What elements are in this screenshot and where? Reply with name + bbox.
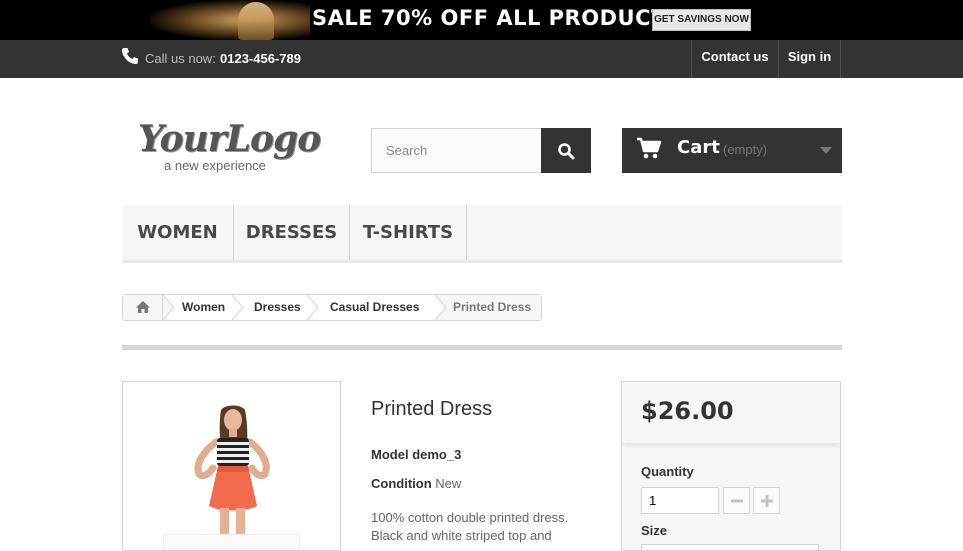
logo-wordmark: YourLogo <box>138 118 321 160</box>
breadcrumb-separator <box>232 295 244 320</box>
banner-background <box>150 0 310 40</box>
product-title: Printed Dress <box>371 398 493 420</box>
product-price: $26.00 <box>641 397 734 425</box>
quantity-input[interactable] <box>641 487 719 514</box>
menu-item-tshirts[interactable]: T-SHIRTS <box>350 205 467 260</box>
get-savings-button[interactable]: GET SAVINGS NOW <box>652 9 751 31</box>
product-model: Model demo_3 <box>371 447 461 462</box>
call-us-label: Call us now: <box>145 51 216 66</box>
logo-tagline: a new experience <box>164 158 266 173</box>
breadcrumb-separator <box>163 295 175 320</box>
chevron-down-icon <box>820 147 832 154</box>
cart-status: (empty) <box>723 142 768 157</box>
menu-item-women[interactable]: WOMEN <box>122 205 234 260</box>
breadcrumb: Women Dresses Casual Dresses Printed Dre… <box>122 294 542 321</box>
product-photo <box>194 405 270 550</box>
cart-label: Cart <box>677 137 720 158</box>
model-value: demo_3 <box>412 447 462 462</box>
breadcrumb-home[interactable] <box>123 295 163 320</box>
size-label: Size <box>641 523 668 538</box>
breadcrumb-current: Printed Dress <box>453 300 532 314</box>
search-button[interactable] <box>541 128 591 173</box>
product-image[interactable] <box>122 381 341 551</box>
product-description: 100% cotton double printed dress. Black … <box>371 510 569 543</box>
search-input[interactable] <box>371 128 542 173</box>
buy-box: $26.00 Quantity Size <box>621 381 841 551</box>
condition-label: Condition <box>371 476 432 491</box>
breadcrumb-casual-dresses[interactable]: Casual Dresses <box>330 295 419 320</box>
menu-item-dresses[interactable]: DRESSES <box>234 205 350 260</box>
home-icon <box>136 301 150 313</box>
quantity-increase-button[interactable] <box>753 487 780 514</box>
sign-in-link[interactable]: Sign in <box>778 40 841 78</box>
banner-model-image <box>238 2 274 40</box>
site-logo[interactable]: YourLogo a new experience <box>138 118 321 178</box>
phone-number: 0123-456-789 <box>220 51 301 66</box>
breadcrumb-separator <box>435 295 447 320</box>
thumbnail-strip <box>163 534 300 550</box>
search-icon <box>558 143 575 160</box>
breadcrumb-women[interactable]: Women <box>182 295 225 320</box>
main-menu: WOMEN DRESSES T-SHIRTS <box>122 205 842 263</box>
section-divider <box>122 345 842 350</box>
phone-icon <box>122 48 138 64</box>
model-label: Model <box>371 447 409 462</box>
cart-icon <box>637 137 662 159</box>
condition-value: New <box>435 476 462 491</box>
promo-banner[interactable]: SALE 70% OFF ALL PRODUCTS GET SAVINGS NO… <box>0 0 963 40</box>
price-area: $26.00 <box>622 382 840 444</box>
cart-button[interactable]: Cart (empty) <box>622 128 842 173</box>
contact-us-link[interactable]: Contact us <box>691 40 778 78</box>
banner-headline: SALE 70% OFF ALL PRODUCTS <box>312 6 682 30</box>
breadcrumb-dresses[interactable]: Dresses <box>254 295 301 320</box>
quantity-decrease-button[interactable] <box>723 487 750 514</box>
quantity-label: Quantity <box>641 464 694 479</box>
minus-icon <box>731 499 743 503</box>
plus-icon <box>761 495 773 507</box>
size-select[interactable] <box>641 544 819 550</box>
breadcrumb-separator <box>307 295 319 320</box>
product-condition: Condition New <box>371 476 461 491</box>
